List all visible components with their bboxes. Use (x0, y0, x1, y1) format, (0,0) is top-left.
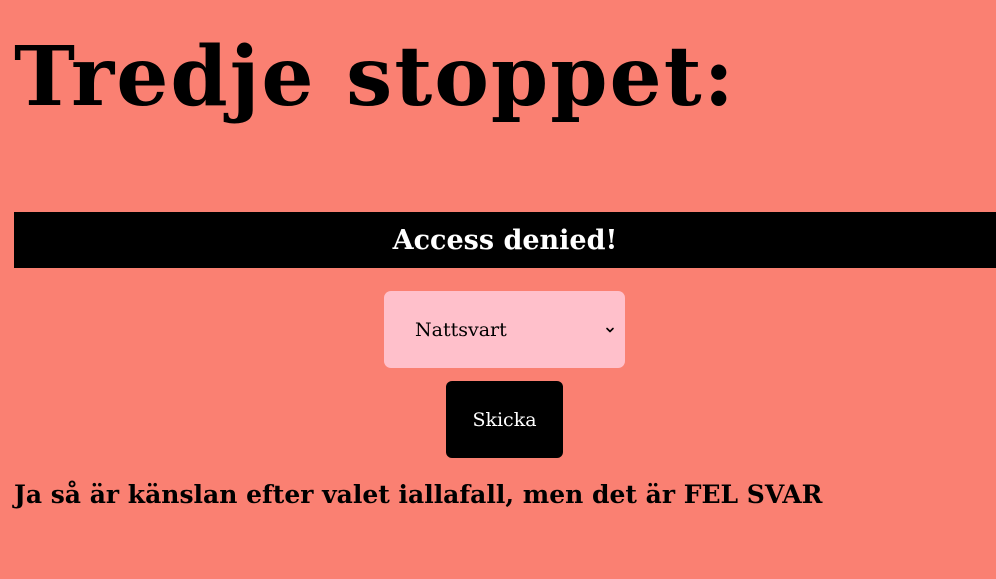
chevron-down-icon (605, 325, 615, 335)
access-denied-banner: Access denied! (14, 212, 996, 268)
page-title: Tredje stoppet: (14, 29, 736, 125)
select-value: Nattsvart (415, 318, 507, 341)
result-message: Ja så är känslan efter valet iallafall, … (14, 480, 823, 509)
banner-text: Access denied! (392, 224, 618, 256)
submit-button[interactable]: Skicka (446, 381, 563, 458)
color-select[interactable]: Nattsvart (384, 291, 625, 368)
